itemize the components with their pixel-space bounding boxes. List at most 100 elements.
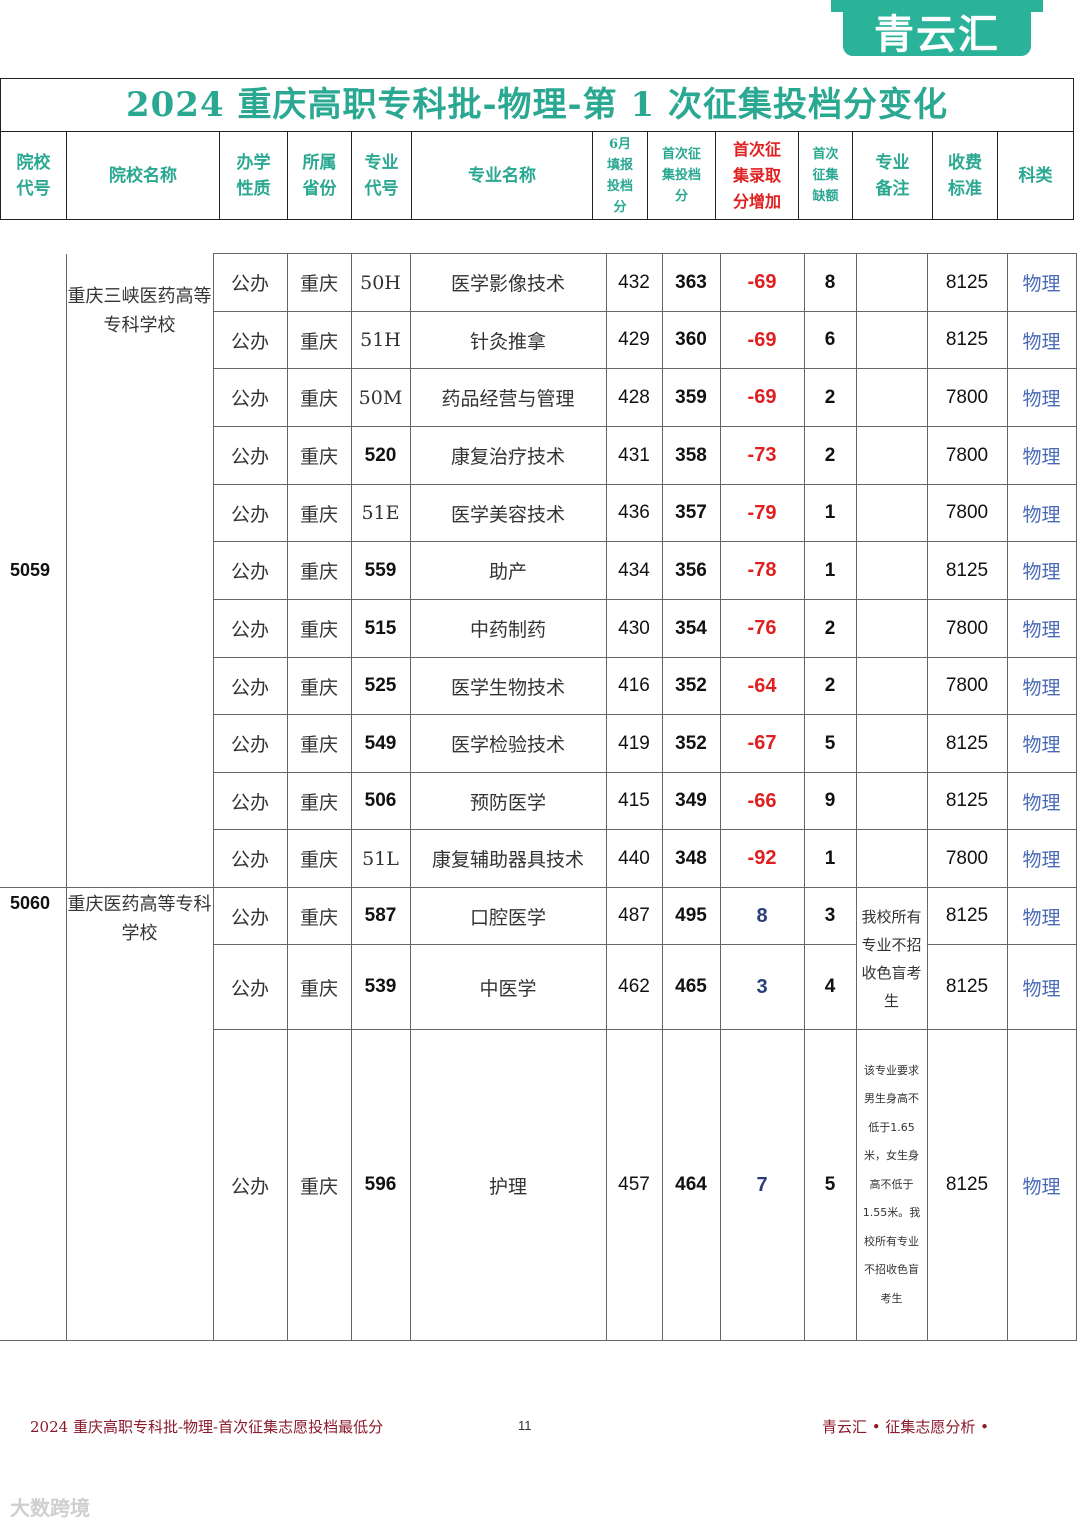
fee-cell: 8125	[926, 944, 1008, 1030]
school-name: 重庆三峡医药高等专科学校	[66, 253, 214, 888]
major-name-cell: 医学影像技术	[409, 253, 607, 312]
header-first-score: 首次征集投档分	[648, 132, 716, 219]
table-header: 2024 重庆高职专科批-物理-第 1 次征集投档分变化 院校代号 院校名称 办…	[0, 78, 1074, 220]
increase-cell: -69	[719, 253, 805, 312]
major-name-cell: 护理	[409, 1029, 607, 1341]
province-cell: 重庆	[286, 657, 352, 715]
fee-cell: 8125	[926, 887, 1008, 945]
increase-cell: -73	[719, 426, 805, 485]
province-cell: 重庆	[286, 253, 352, 312]
increase-cell: 8	[719, 887, 805, 945]
major-code-cell: 525	[350, 657, 411, 715]
increase-cell: -76	[719, 599, 805, 658]
subject-cell: 物理	[1006, 484, 1077, 542]
province-cell: 重庆	[286, 541, 352, 600]
remark-cell: 我校所有专业不招收色盲考生	[855, 887, 928, 1030]
footer-title: 2024 重庆高职专科批-物理-首次征集志愿投档最低分	[30, 1418, 384, 1436]
major-name-cell: 助产	[409, 541, 607, 600]
major-code-cell: 51L	[350, 829, 411, 888]
nature-cell: 公办	[212, 311, 288, 369]
vacancy-cell: 1	[803, 829, 857, 888]
nature-cell: 公办	[212, 599, 288, 658]
nature-cell: 公办	[212, 829, 288, 888]
increase-cell: 3	[719, 944, 805, 1030]
province-cell: 重庆	[286, 426, 352, 485]
major-code-cell: 539	[350, 944, 411, 1030]
subject-cell: 物理	[1006, 1029, 1077, 1341]
header-province: 所属省份	[288, 132, 352, 219]
header-increase: 首次征集录取分增加	[716, 132, 799, 219]
fee-cell: 8125	[926, 311, 1008, 369]
increase-cell: -92	[719, 829, 805, 888]
major-code-cell: 587	[350, 887, 411, 945]
first-score-cell: 359	[661, 368, 721, 427]
first-score-cell: 352	[661, 657, 721, 715]
page-title: 2024 重庆高职专科批-物理-第 1 次征集投档分变化	[1, 79, 1073, 132]
remark-cell	[855, 311, 928, 369]
june-score-cell: 487	[605, 887, 663, 945]
subject-cell: 物理	[1006, 829, 1077, 888]
june-score-cell: 436	[605, 484, 663, 542]
nature-cell: 公办	[212, 657, 288, 715]
first-score-cell: 358	[661, 426, 721, 485]
remark-cell	[855, 368, 928, 427]
vacancy-cell: 5	[803, 1029, 857, 1341]
subject-cell: 物理	[1006, 311, 1077, 369]
fee-cell: 8125	[926, 541, 1008, 600]
logo-text: 青云汇	[874, 12, 1000, 58]
june-score-cell: 432	[605, 253, 663, 312]
first-score-cell: 349	[661, 772, 721, 830]
fee-cell: 7800	[926, 426, 1008, 485]
increase-cell: -69	[719, 368, 805, 427]
logo-decoration	[831, 0, 843, 12]
header-june-score: 6月填报投档分	[593, 132, 648, 219]
footer-brand: 青云汇 • 征集志愿分析 •	[822, 1418, 990, 1436]
major-code-cell: 51E	[350, 484, 411, 542]
vacancy-cell: 2	[803, 426, 857, 485]
remark-cell	[855, 253, 928, 312]
june-score-cell: 440	[605, 829, 663, 888]
header-subject: 科类	[1018, 165, 1053, 186]
subject-cell: 物理	[1006, 944, 1077, 1030]
remark-cell	[855, 657, 928, 715]
vacancy-cell: 4	[803, 944, 857, 1030]
nature-cell: 公办	[212, 368, 288, 427]
major-name-cell: 中医学	[409, 944, 607, 1030]
major-name-cell: 康复辅助器具技术	[409, 829, 607, 888]
june-score-cell: 416	[605, 657, 663, 715]
header-major-name: 专业名称	[412, 132, 593, 219]
vacancy-cell: 1	[803, 484, 857, 542]
vacancy-cell: 8	[803, 253, 857, 312]
table-row: 5060 重庆医药高等专科学校 公办 重庆 587 口腔医学 487 495 8…	[0, 887, 1077, 1341]
remark-cell	[855, 599, 928, 658]
remark-cell	[855, 772, 928, 830]
major-name-cell: 医学检验技术	[409, 714, 607, 773]
major-code-cell: 559	[350, 541, 411, 600]
province-cell: 重庆	[286, 714, 352, 773]
vacancy-cell: 2	[803, 599, 857, 658]
first-score-cell: 354	[661, 599, 721, 658]
first-score-cell: 464	[661, 1029, 721, 1341]
nature-cell: 公办	[212, 944, 288, 1030]
increase-cell: -78	[719, 541, 805, 600]
brand-logo: 青云汇	[831, 0, 1043, 58]
nature-cell: 公办	[212, 714, 288, 773]
fee-cell: 8125	[926, 253, 1008, 312]
province-cell: 重庆	[286, 368, 352, 427]
fee-cell: 8125	[926, 772, 1008, 830]
first-score-cell: 360	[661, 311, 721, 369]
province-cell: 重庆	[286, 772, 352, 830]
nature-cell: 公办	[212, 1029, 288, 1341]
first-score-cell: 357	[661, 484, 721, 542]
major-name-cell: 医学美容技术	[409, 484, 607, 542]
subject-cell: 物理	[1006, 368, 1077, 427]
school-name: 重庆医药高等专科学校	[65, 887, 214, 1341]
first-score-cell: 495	[661, 887, 721, 945]
increase-cell: -64	[719, 657, 805, 715]
vacancy-cell: 9	[803, 772, 857, 830]
increase-cell: -66	[719, 772, 805, 830]
header-remark: 专业备注	[853, 132, 933, 219]
subject-cell: 物理	[1006, 657, 1077, 715]
province-cell: 重庆	[286, 829, 352, 888]
june-score-cell: 434	[605, 541, 663, 600]
